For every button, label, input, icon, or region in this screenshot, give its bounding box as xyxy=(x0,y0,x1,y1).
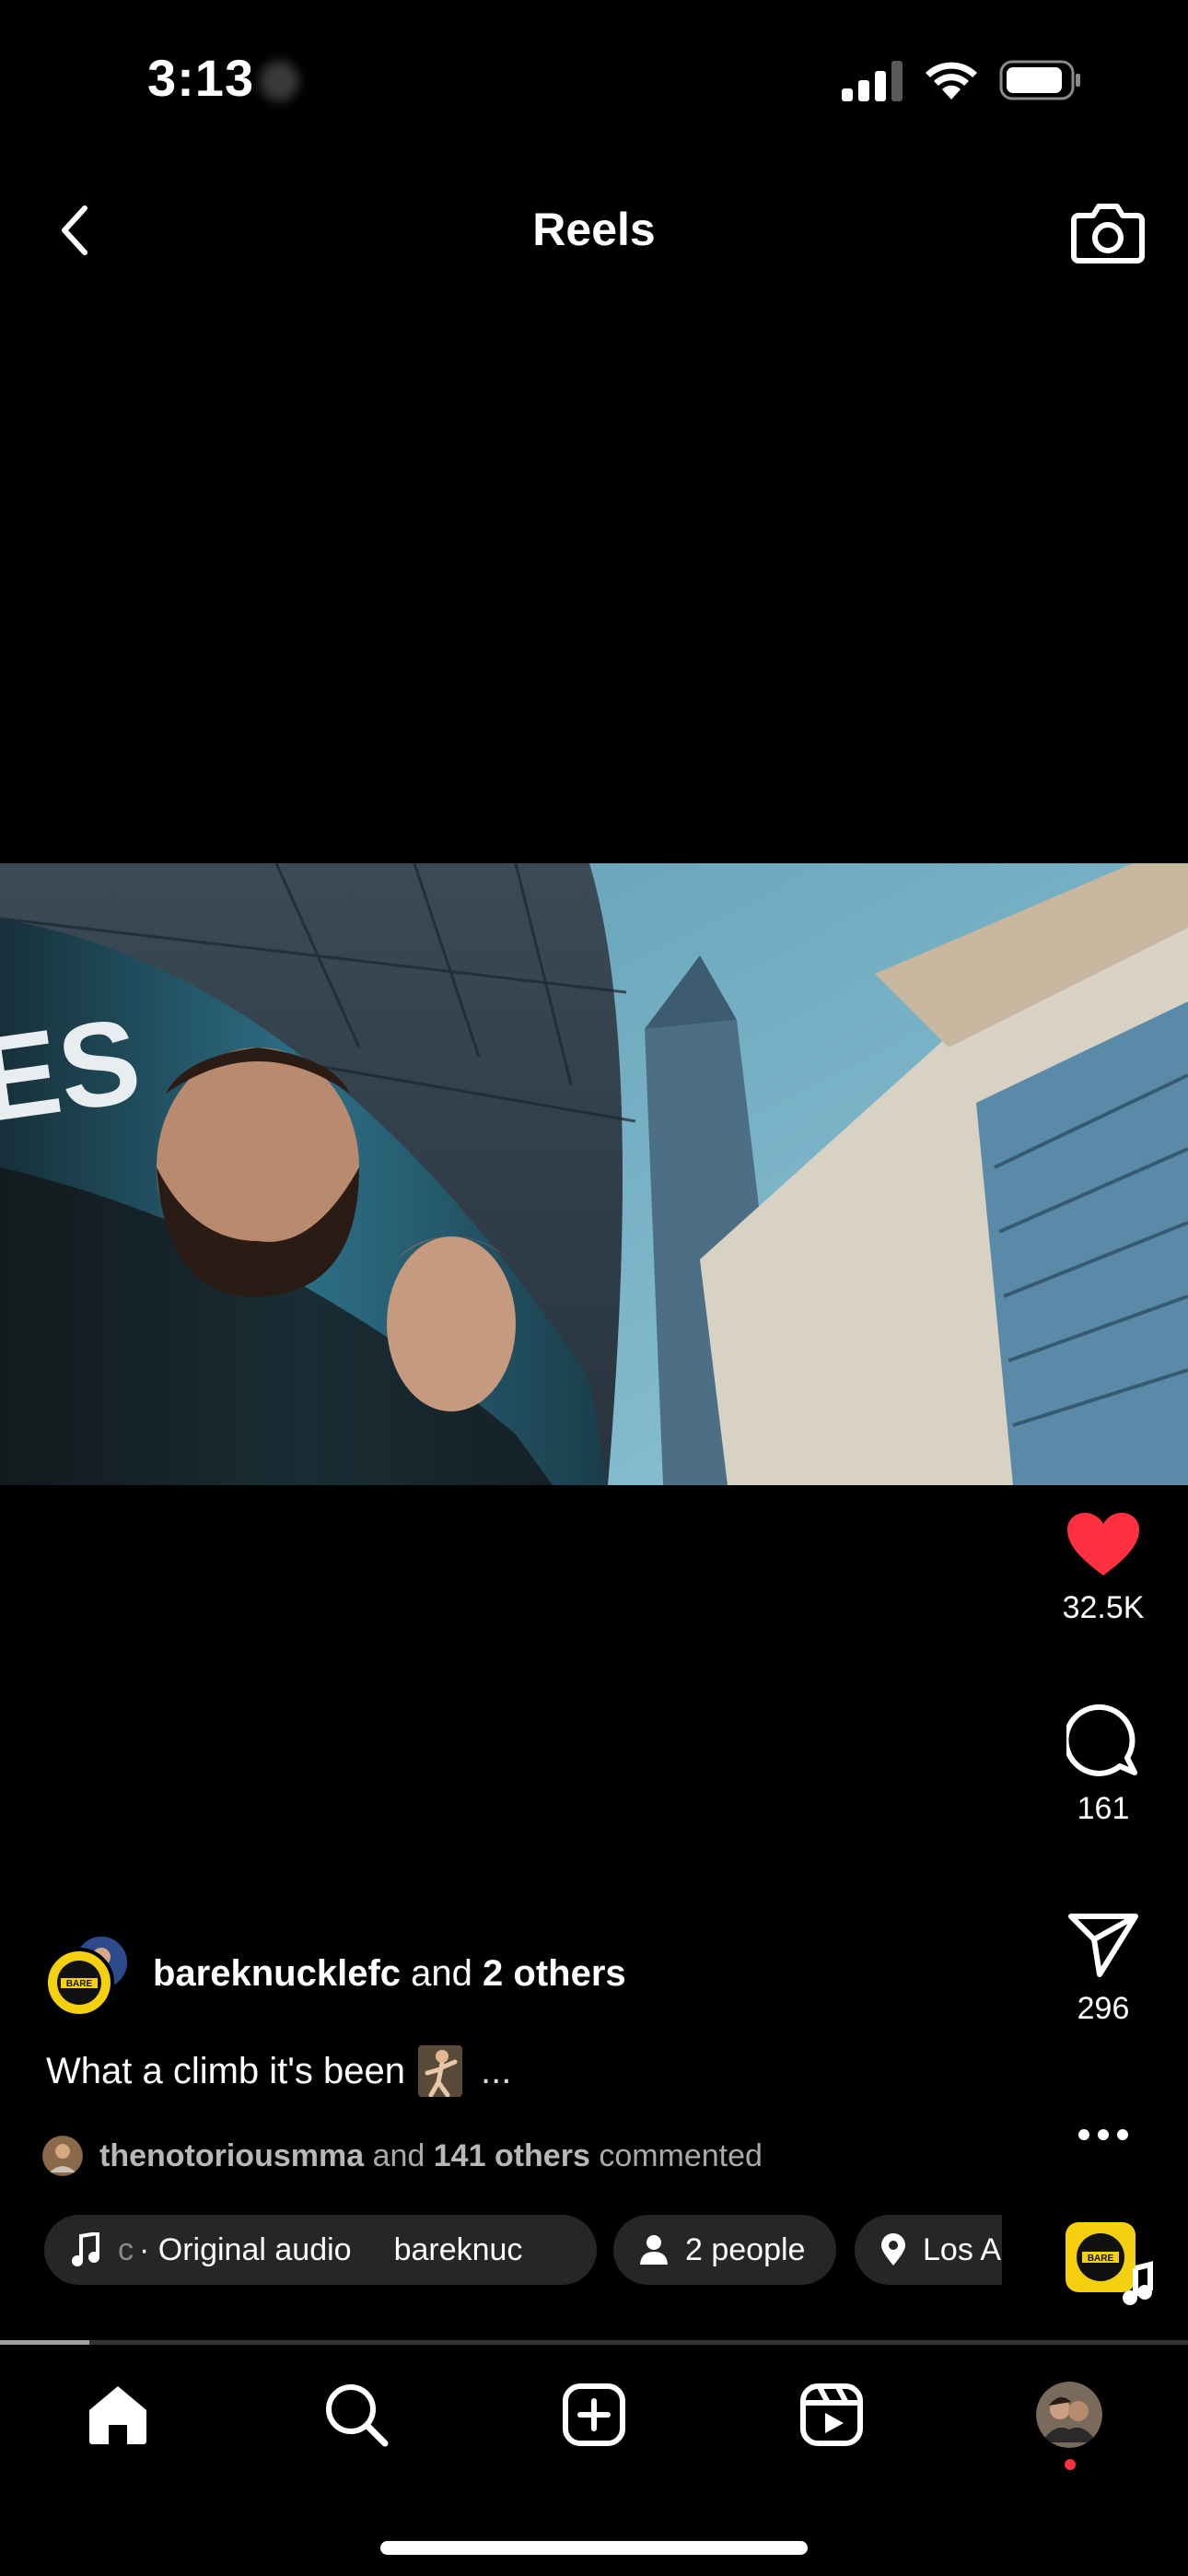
camera-icon xyxy=(1071,204,1145,263)
audio-chip-label: · Original audio xyxy=(139,2231,352,2267)
author-avatar[interactable]: BARE xyxy=(42,1929,134,2018)
reel-video[interactable]: ES xyxy=(0,863,1188,1485)
wifi-icon xyxy=(926,62,977,100)
camera-button[interactable] xyxy=(1066,193,1149,271)
share-count: 296 xyxy=(1077,1991,1130,2026)
status-blurred-indicator xyxy=(260,61,298,101)
author-row[interactable]: BARE bareknucklefc and 2 others xyxy=(42,1929,626,2018)
comment-count: 161 xyxy=(1077,1791,1130,1826)
commenter-username[interactable]: thenotoriousmma xyxy=(99,2138,364,2174)
profile-notification-dot xyxy=(1065,2459,1076,2470)
author-and: and xyxy=(411,1952,472,1994)
more-options-button[interactable] xyxy=(1068,2112,1138,2158)
commented-others[interactable]: 141 others xyxy=(434,2138,590,2174)
location-pin-icon xyxy=(881,2233,905,2266)
tab-home[interactable] xyxy=(76,2373,159,2456)
comment-icon[interactable] xyxy=(1066,1704,1140,1778)
audio-chip-prefix: c xyxy=(118,2231,134,2267)
audio-cover-icon: BARE xyxy=(1066,2222,1153,2305)
cellular-signal-icon xyxy=(842,61,903,101)
heart-icon[interactable] xyxy=(1066,1511,1141,1577)
search-icon xyxy=(326,2384,389,2447)
caption-text: What a climb it's been xyxy=(46,2050,406,2091)
reel-chips: c · Original audio bareknuc 2 people Los… xyxy=(44,2215,1002,2285)
commented-suffix: commented xyxy=(599,2137,763,2173)
music-note-icon xyxy=(72,2232,99,2266)
tab-create[interactable] xyxy=(553,2373,635,2456)
location-chip[interactable]: Los A xyxy=(855,2215,1002,2285)
svg-text:BARE: BARE xyxy=(66,1979,93,1989)
commented-and: and xyxy=(372,2137,425,2173)
original-audio-thumbnail[interactable]: BARE xyxy=(1064,2220,1156,2313)
audio-chip[interactable]: c · Original audio bareknuc xyxy=(44,2215,597,2285)
more-horizontal-icon xyxy=(1078,2129,1128,2140)
caption-more[interactable]: ... xyxy=(481,2051,511,2092)
person-icon xyxy=(640,2235,668,2265)
commenter-avatar xyxy=(42,2136,83,2176)
location-chip-label: Los A xyxy=(923,2231,1002,2267)
tab-search[interactable] xyxy=(315,2373,398,2456)
commented-summary[interactable]: thenotoriousmma and 141 others commented xyxy=(42,2136,763,2176)
status-bar: 3:13 xyxy=(0,0,1188,157)
home-icon xyxy=(89,2386,146,2444)
author-username[interactable]: bareknucklefc xyxy=(153,1953,401,1994)
caption[interactable]: What a climb it's been ... xyxy=(46,2045,511,2097)
people-tag-chip[interactable]: 2 people xyxy=(613,2215,836,2285)
audio-chip-artist: bareknuc xyxy=(393,2231,523,2267)
svg-text:ES: ES xyxy=(0,992,148,1148)
author-names[interactable]: bareknucklefc and 2 others xyxy=(153,1953,626,1995)
profile-avatar xyxy=(1036,2382,1102,2448)
author-others[interactable]: 2 others xyxy=(483,1953,626,1994)
like-count: 32.5K xyxy=(1062,1590,1145,1625)
status-time: 3:13 xyxy=(147,49,255,107)
bottom-tab-bar xyxy=(0,2346,1188,2484)
page-title: Reels xyxy=(532,204,656,255)
share-action[interactable]: 296 xyxy=(1041,1912,1166,2027)
reels-icon xyxy=(800,2383,863,2446)
reels-header: Reels xyxy=(0,175,1188,286)
like-action[interactable]: 32.5K xyxy=(1041,1511,1166,1626)
playback-progress-fill xyxy=(0,2340,89,2345)
svg-text:BARE: BARE xyxy=(1088,2254,1114,2264)
battery-icon xyxy=(999,60,1080,100)
people-chip-label: 2 people xyxy=(685,2231,806,2267)
tab-reels[interactable] xyxy=(790,2373,873,2456)
create-post-icon xyxy=(563,2383,625,2446)
comment-action[interactable]: 161 xyxy=(1041,1704,1166,1827)
home-indicator xyxy=(380,2541,808,2555)
collab-avatars[interactable]: BARE xyxy=(42,1929,134,2018)
send-icon[interactable] xyxy=(1068,1912,1138,1978)
tab-profile[interactable] xyxy=(1028,2373,1111,2456)
fighter-emoji-icon xyxy=(418,2045,463,2097)
video-frame: ES xyxy=(0,863,1188,1485)
playback-progress-bar[interactable] xyxy=(0,2340,1188,2345)
